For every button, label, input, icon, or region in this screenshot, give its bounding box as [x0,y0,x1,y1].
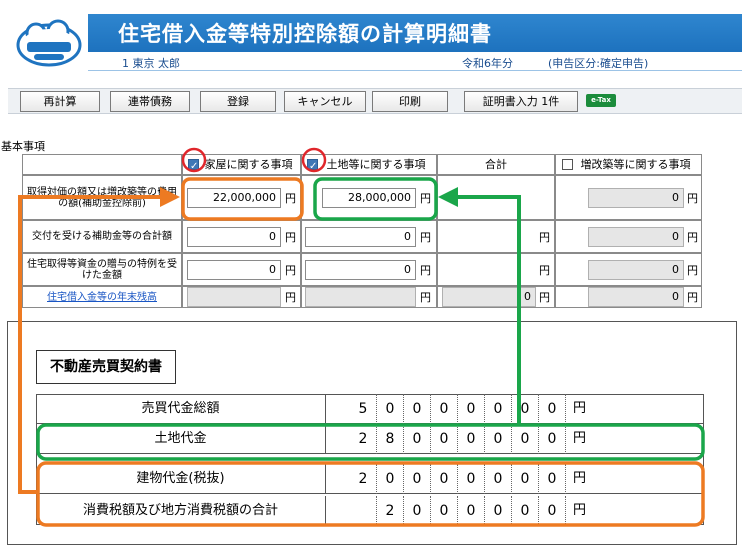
orange-arrow [18,195,162,494]
green-highlight-box [313,177,438,221]
red-highlight-circle [301,147,327,173]
orange-highlight-box [181,177,304,221]
green-arrowhead [438,187,458,207]
red-highlight-circle [181,147,207,173]
annotation-overlay [18,147,705,527]
orange-contract-box [36,461,705,527]
orange-arrowhead [160,187,180,207]
green-contract-box [36,423,705,461]
green-arrow [455,195,521,424]
